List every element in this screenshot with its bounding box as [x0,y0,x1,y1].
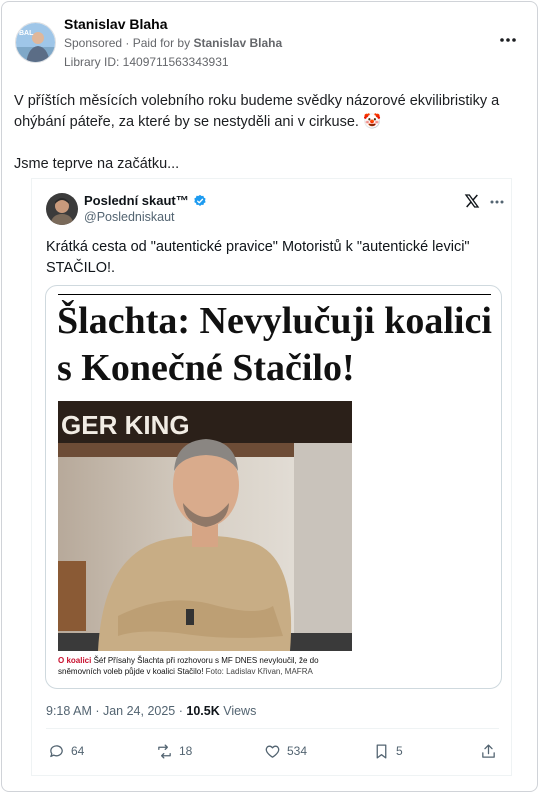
bookmark-count: 5 [396,744,403,758]
tweet-text: Krátká cesta od "autentické pravice" Mot… [46,239,470,276]
page-avatar[interactable]: BAL [15,22,56,63]
photo-caption: O koalici Šéf Přísahy Šlachta při rozhov… [58,655,348,677]
reply-count: 64 [71,744,85,758]
verified-badge-icon [194,194,206,206]
views-label: Views [219,704,257,718]
like-button[interactable]: 534 [264,740,307,762]
article-image-card[interactable]: Šlachta: Nevylučuji koalici s Konečné St… [45,285,502,689]
tweet-more-button[interactable] [488,195,506,209]
tweet-divider [46,728,499,729]
tweet-author-avatar[interactable] [46,193,78,225]
repost-icon [158,743,171,759]
like-count: 534 [287,744,308,758]
bookmark-button[interactable]: 5 [373,740,403,762]
article-photo: GER KING [58,401,352,651]
share-button[interactable] [480,740,497,762]
share-icon [482,743,495,758]
author-name-text: Poslední skaut™ [84,193,189,208]
sponsored-meta: Sponsored · Paid for by Stanislav Blaha [64,36,282,50]
tweet-author-handle[interactable]: @Posledniskaut [84,210,175,224]
sponsored-label: Sponsored [64,36,123,50]
repost-button[interactable]: 18 [156,740,192,762]
svg-text:GER KING: GER KING [61,410,190,440]
more-dots-icon [500,38,516,42]
avatar-image: BAL [16,23,55,62]
sponsored-ad-card: BAL Stanislav Blaha Sponsored · Paid for… [1,1,538,792]
caption-credit: Foto: Ladislav Křivan, MAFRA [205,667,313,676]
ad-text-paragraph-1: V příštích měsících volebního roku budem… [14,93,500,130]
meta-separator: · [125,36,133,50]
page-name[interactable]: Stanislav Blaha [64,16,168,32]
caption-lead: O koalici [58,656,92,665]
ad-text-paragraph-2: Jsme teprve na začátku... [14,156,180,172]
tweet-timestamp[interactable]: 9:18 AM · Jan 24, 2025 · 10.5K Views [46,704,256,718]
reply-icon [50,744,63,757]
reply-button[interactable]: 64 [48,740,84,762]
svg-text:BAL: BAL [19,30,34,37]
embedded-tweet: Poslední skaut™ @Posledniskaut Krátká ce… [31,178,512,776]
tweet-more-dots-icon [490,200,504,204]
tweet-author-name[interactable]: Poslední skaut™ [84,193,207,208]
article-top-rule [58,294,491,295]
tweet-time-text: 9:18 AM · Jan 24, 2025 · [46,704,187,718]
heart-icon [265,745,280,758]
x-brand-icon [464,194,480,208]
article-photo-graphic: GER KING [58,401,352,651]
library-id: Library ID: 1409711563343931 [64,55,229,69]
x-logo-icon[interactable] [464,193,482,209]
paid-for-name: Stanislav Blaha [193,36,283,50]
headline-line-2: s Konečné Stačilo! [57,347,355,389]
more-options-button[interactable] [495,30,521,50]
views-count: 10.5K [186,704,220,718]
paid-for-prefix: Paid for by [132,36,191,50]
bookmark-icon [376,743,387,759]
headline-line-1: Šlachta: Nevylučuji koalici [57,300,492,342]
tweet-actions: 64 18 534 5 [46,740,501,762]
article-headline: Šlachta: Nevylučuji koalici s Konečné St… [57,298,497,392]
repost-count: 18 [179,744,193,758]
author-photo [46,193,78,225]
